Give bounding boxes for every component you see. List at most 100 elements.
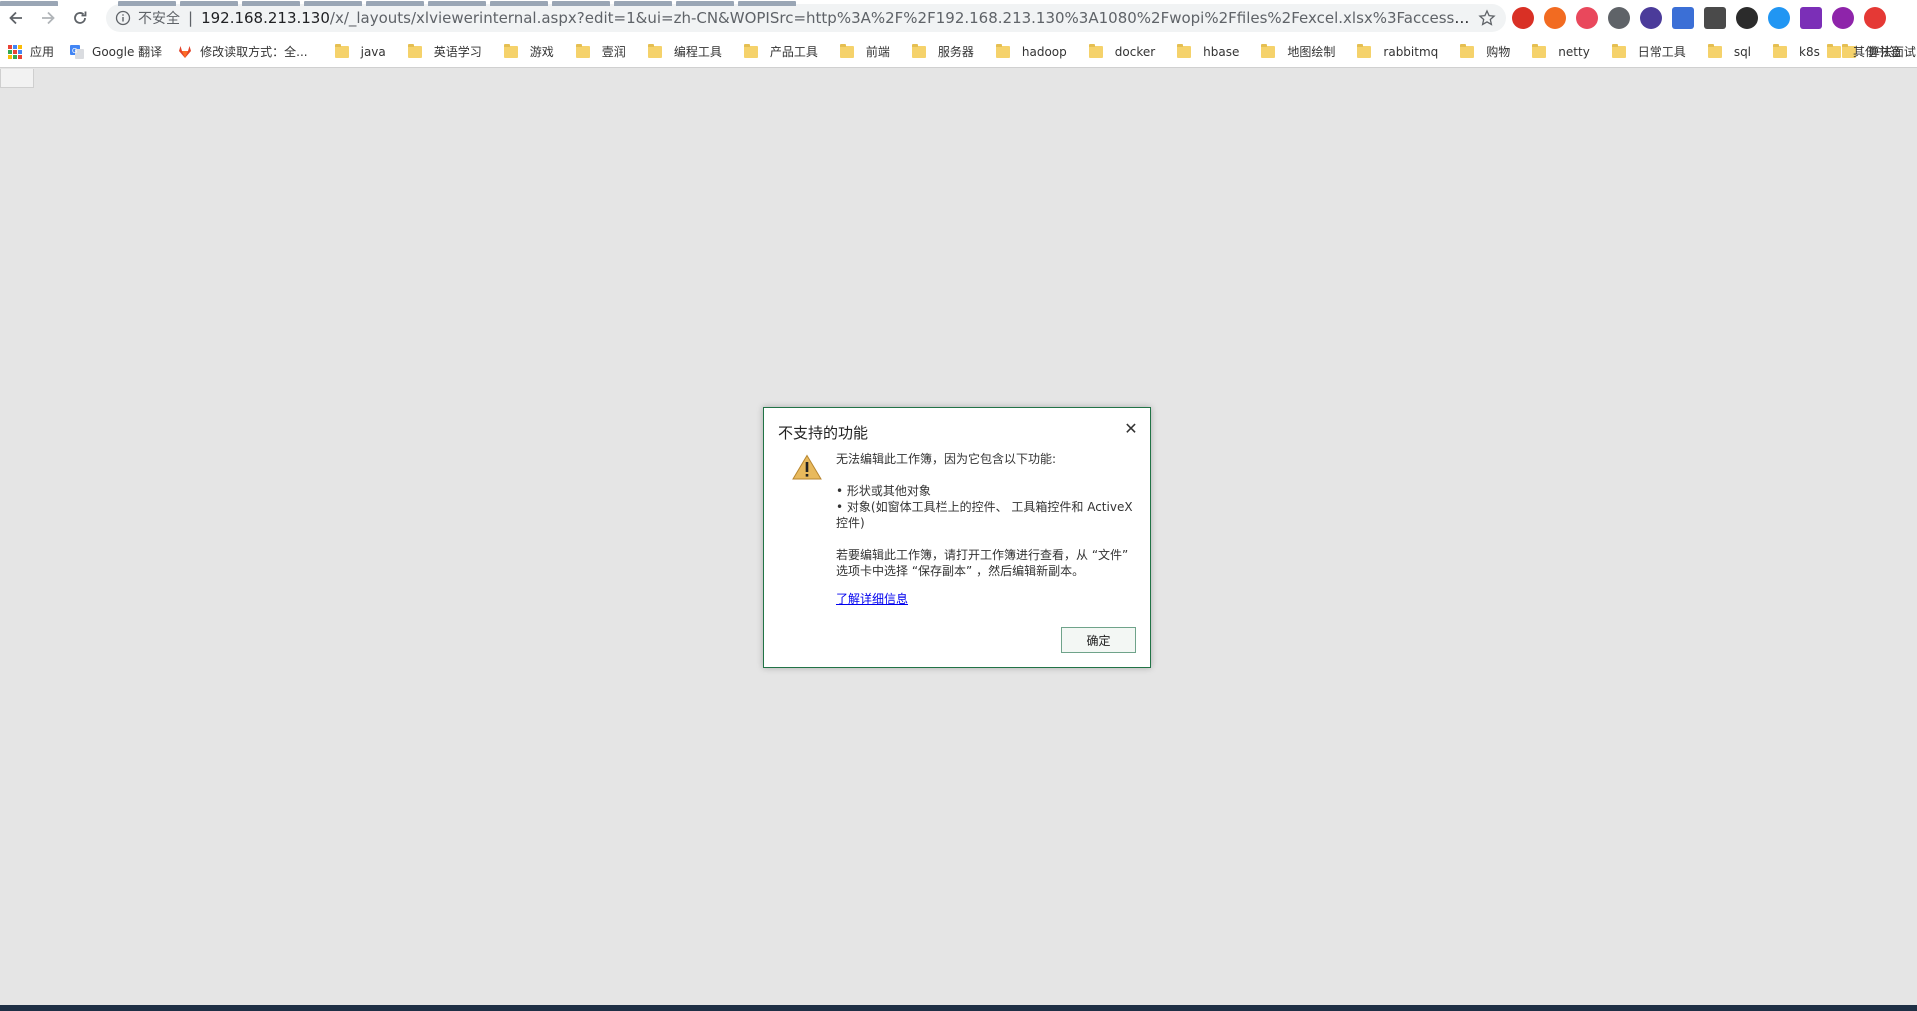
folder-icon [1261, 43, 1276, 58]
address-bar[interactable]: 不安全 | 192.168.213.130/x/_layouts/xlviewe… [106, 4, 1506, 32]
bookmark-label: 英语学习 [433, 45, 482, 59]
apps-grid-icon [8, 44, 22, 59]
bookmark-label: 日常工具 [1637, 45, 1686, 59]
ext-orange-infinity-icon[interactable] [1544, 7, 1566, 29]
bookmark-label: hadoop [1021, 44, 1067, 59]
bookmark-other[interactable]: 其他书签 [1819, 39, 1909, 65]
taskbar-item[interactable] [552, 1, 610, 6]
ext-purple-logo-icon[interactable] [1640, 7, 1662, 29]
warning-icon [792, 454, 822, 480]
taskbar-item[interactable] [180, 1, 238, 6]
bookmarks-bar: 应用 G Google 翻译 修改读取方式：全... java 英语学习 游戏 壹润 编… [0, 36, 1917, 68]
folder-icon [1088, 43, 1103, 58]
reload-button[interactable] [64, 0, 96, 36]
bookmark-folders: java 英语学习 游戏 壹润 编程工具 产品工具 前端 服务器 hadoop docker hba… [324, 39, 1917, 65]
bookmark-label: 产品工具 [769, 45, 818, 59]
ext-dark-shield-icon[interactable] [1704, 7, 1726, 29]
bookmark-label: 应用 [30, 45, 55, 59]
insecure-label: 不安全 [138, 11, 180, 27]
bookmark-folder[interactable]: 前端 [829, 39, 901, 65]
url-text[interactable]: 192.168.213.130/x/_layouts/xlviewerinter… [201, 9, 1470, 27]
ext-pink-swirl-icon[interactable] [1576, 7, 1598, 29]
bookmark-label: hbase [1203, 44, 1240, 59]
folder-icon [1707, 43, 1722, 58]
dialog-title: 不支持的功能 [778, 424, 869, 442]
bookmark-folder[interactable]: sql [1697, 39, 1762, 65]
taskbar-item[interactable] [614, 1, 672, 6]
folder-icon [1532, 43, 1547, 58]
bookmark-label: rabbitmq [1383, 44, 1439, 59]
bookmark-label: k8s [1799, 44, 1820, 59]
bookmark-folder[interactable]: 购物 [1449, 39, 1521, 65]
bookmark-folder[interactable]: rabbitmq [1346, 39, 1449, 65]
dialog-body: 无法编辑此工作簿，因为它包含以下功能: • 形状或其他对象 • 对象(如窗体工具… [836, 451, 1136, 607]
folder-icon [911, 43, 926, 58]
bookmark-label: 地图绘制 [1287, 45, 1336, 59]
ext-red-circle-icon[interactable] [1512, 7, 1534, 29]
os-taskbar [0, 1005, 1917, 1011]
bookmark-label: java [360, 44, 386, 59]
bookmark-label: 其他书签 [1852, 45, 1901, 59]
bookmark-folder[interactable]: 游戏 [493, 39, 565, 65]
bookmark-label: 购物 [1486, 45, 1511, 59]
bookmark-folder[interactable]: 英语学习 [397, 39, 493, 65]
google-translate-icon: G [70, 44, 85, 59]
bookmark-label: 游戏 [529, 45, 554, 59]
folder-icon [1357, 43, 1372, 58]
bookmark-folder[interactable]: hadoop [985, 39, 1078, 65]
bookmark-label: 前端 [865, 45, 890, 59]
bookmark-folder[interactable]: 编程工具 [637, 39, 733, 65]
taskbar-item[interactable] [490, 1, 548, 6]
ext-red-house-icon[interactable] [1864, 7, 1886, 29]
folder-icon [1611, 43, 1626, 58]
bookmark-label: docker [1114, 44, 1156, 59]
unsupported-features-dialog: 不支持的功能 ✕ 无法编辑此工作簿，因为它包含以下功能: • 形状或其他对象 •… [763, 407, 1151, 668]
bookmark-folder[interactable]: 地图绘制 [1250, 39, 1346, 65]
bookmark-google-translate[interactable]: G Google 翻译 [62, 39, 170, 65]
ext-profile-icon[interactable] [1832, 7, 1854, 29]
ext-rp-icon[interactable] [1800, 7, 1822, 29]
feature-item-shapes: • 形状或其他对象 [836, 484, 931, 498]
gitlab-icon [179, 45, 192, 58]
bookmark-folder[interactable]: netty [1521, 39, 1601, 65]
folder-icon [743, 43, 758, 58]
taskbar-item[interactable] [676, 1, 734, 6]
ext-loop-icon[interactable] [1768, 7, 1790, 29]
bookmark-apps[interactable]: 应用 [0, 39, 62, 65]
back-icon [9, 11, 22, 25]
folder-icon [1826, 43, 1841, 58]
taskbar-item[interactable] [366, 1, 424, 6]
bookmark-folder[interactable]: java [324, 39, 397, 65]
bookmark-label: sql [1733, 44, 1752, 59]
bookmark-folder[interactable]: docker [1078, 39, 1166, 65]
forward-icon [42, 11, 55, 25]
ext-cursor-icon[interactable] [1736, 7, 1758, 29]
bookmark-label: 编程工具 [673, 45, 722, 59]
taskbar-item[interactable] [738, 1, 796, 6]
dialog-intro: 无法编辑此工作簿，因为它包含以下功能: [836, 452, 1057, 466]
taskbar-item[interactable] [428, 1, 486, 6]
svg-text:G: G [72, 48, 77, 55]
ext-blue-lines-icon[interactable] [1672, 7, 1694, 29]
taskbar-item[interactable] [118, 1, 176, 6]
taskbar-item[interactable] [304, 1, 362, 6]
folder-icon [1177, 43, 1192, 58]
bookmark-folder[interactable]: 服务器 [901, 39, 985, 65]
bookmark-folder[interactable]: 日常工具 [1601, 39, 1697, 65]
bookmark-label: netty [1558, 44, 1590, 59]
learn-more-link[interactable]: 了解详细信息 [836, 591, 908, 607]
bookmark-folder[interactable]: 壹润 [565, 39, 637, 65]
info-icon[interactable] [115, 10, 131, 26]
page-corner-tab [0, 69, 34, 88]
bookmark-star-icon[interactable] [1478, 9, 1496, 27]
ok-button[interactable]: 确定 [1061, 627, 1136, 653]
taskbar-item[interactable] [0, 1, 58, 6]
bookmark-folder[interactable]: hbase [1166, 39, 1250, 65]
folder-icon [1460, 43, 1475, 58]
ext-bulb-icon[interactable] [1608, 7, 1630, 29]
taskbar-item[interactable] [242, 1, 300, 6]
close-icon[interactable]: ✕ [1122, 419, 1140, 438]
bookmark-gitlab[interactable]: 修改读取方式：全... [170, 39, 315, 65]
bookmark-label: Google 翻译 [92, 45, 163, 59]
bookmark-folder[interactable]: 产品工具 [733, 39, 829, 65]
